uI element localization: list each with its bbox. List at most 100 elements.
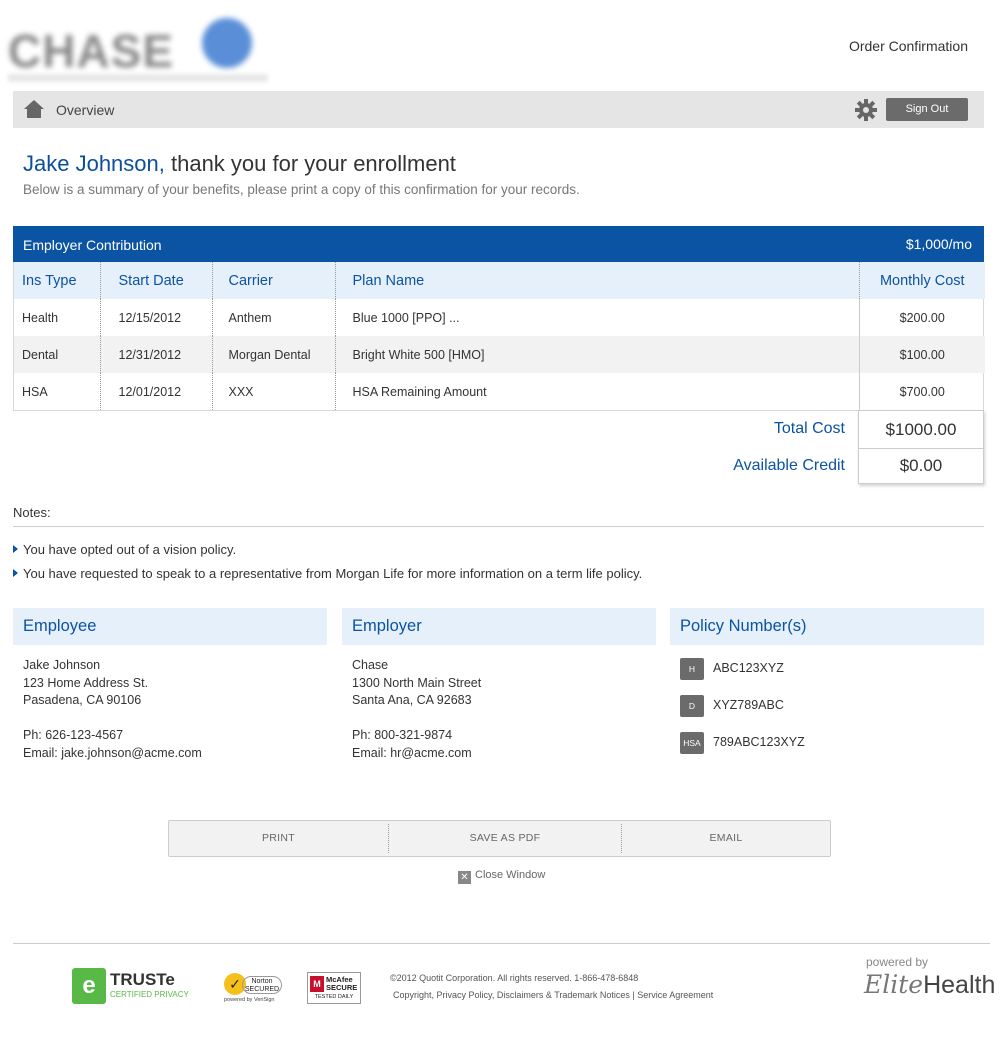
copyright-text: ©2012 Quotit Corporation. All rights res… (390, 973, 639, 983)
truste-name: TRUSTe (110, 970, 175, 989)
cell-ins-type: HSA (14, 373, 101, 410)
note-item: You have opted out of a vision policy. (13, 542, 236, 557)
policy-panel: Policy Number(s) H ABC123XYZ D XYZ789ABC… (670, 608, 984, 769)
total-cost-label: Total Cost (773, 420, 845, 437)
mcafee-seal[interactable]: M McAfee SECURE TESTED DAILY (307, 972, 361, 1004)
nav-bar: Overview Sign Out (13, 91, 984, 128)
note-item: You have requested to speak to a represe… (13, 566, 642, 581)
close-window-link[interactable]: ✕ Close Window (458, 869, 545, 884)
action-bar: PRINT SAVE AS PDF EMAIL (168, 820, 831, 857)
employee-details: Jake Johnson 123 Home Address St. Pasade… (13, 645, 327, 762)
employee-phone: Ph: 626-123-4567 (23, 728, 124, 742)
cell-start-date: 12/31/2012 (100, 336, 213, 373)
cell-monthly-cost: $200.00 (858, 299, 985, 336)
employee-email: Email: jake.johnson@acme.com (23, 745, 202, 760)
note-text: You have requested to speak to a represe… (23, 566, 643, 581)
employer-email: Email: hr@acme.com (352, 745, 472, 760)
truste-seal[interactable]: e TRUSTe CERTIFIED PRIVACY (72, 968, 200, 1004)
bullet-arrow-icon (13, 569, 18, 577)
cell-plan-name: HSA Remaining Amount (352, 384, 487, 399)
elite-health-logo: EliteHealth (864, 970, 995, 1000)
column-header: Monthly Cost (858, 262, 985, 299)
norton-line2: SECURED (244, 986, 280, 993)
norton-seal[interactable]: ✓ Norton SECURED powered by VeriSign (222, 970, 282, 1004)
sign-out-button[interactable]: Sign Out (886, 98, 968, 121)
welcome-message: thank you for your enrollment (164, 151, 456, 176)
policy-item: H ABC123XYZ (670, 658, 984, 695)
nav-overview-link[interactable]: Overview (56, 102, 114, 118)
totals-box: $1000.00 $0.00 (858, 410, 984, 484)
cell-plan-name: Blue 1000 [PPO] ... (352, 310, 460, 325)
home-icon[interactable] (23, 99, 45, 119)
norton-line1: Norton (251, 978, 273, 985)
employer-address-line1: 1300 North Main Street (352, 675, 482, 690)
logo-blurred-wordmark: CHASE (8, 25, 175, 77)
employee-panel: Employee Jake Johnson 123 Home Address S… (13, 608, 327, 762)
employer-phone: Ph: 800-321-9874 (352, 728, 453, 742)
norton-badge: Norton SECURED (242, 976, 282, 994)
contribution-value: $1,000/mo (905, 236, 972, 252)
close-window-label: Close Window (475, 869, 546, 881)
cell-ins-type: Health (14, 299, 101, 336)
page-title: Order Confirmation (848, 38, 968, 54)
user-name: Jake Johnson, (23, 151, 165, 176)
brand-plain: Health (923, 971, 996, 999)
policy-type-badge: HSA (680, 732, 704, 754)
norton-subtitle: powered by VeriSign (224, 997, 275, 1003)
total-cost-value: $1000.00 (885, 420, 957, 439)
column-header: Plan Name (335, 262, 859, 299)
save-as-pdf-button[interactable]: SAVE AS PDF (389, 821, 621, 856)
mcafee-line2: SECURE (326, 983, 358, 992)
employer-heading: Employer (342, 608, 656, 645)
policy-list: H ABC123XYZ D XYZ789ABC HSA 789ABC123XYZ (670, 645, 984, 769)
plans-frame: Ins Type Start Date Carrier Plan Name Mo… (13, 262, 985, 411)
cell-plan-name: Bright White 500 [HMO] (335, 336, 859, 373)
cell-carrier: XXX (212, 373, 336, 410)
policy-number: ABC123XYZ (713, 661, 784, 675)
employee-heading: Employee (13, 608, 327, 645)
column-header: Carrier (212, 262, 336, 299)
employee-address-line2: Pasadena, CA 90106 (23, 693, 142, 707)
note-text: You have opted out of a vision policy. (23, 542, 237, 557)
table-row: HSA 12/01/2012 XXX HSA Remaining Amount … (14, 373, 985, 410)
policy-item: HSA 789ABC123XYZ (670, 732, 984, 769)
employer-contribution-bar: Employer Contribution $1,000/mo (13, 226, 984, 262)
benefits-table: Employer Contribution $1,000/mo Ins Type… (13, 226, 985, 411)
policy-number: 789ABC123XYZ (713, 735, 805, 749)
column-header: Start Date (100, 262, 213, 299)
employee-address-line1: 123 Home Address St. (23, 675, 149, 690)
logo-blurred-mark (202, 18, 252, 68)
chase-logo: CHASE (8, 16, 276, 88)
employee-name: Jake Johnson (23, 658, 101, 672)
employer-address-line2: Santa Ana, CA 92683 (352, 693, 472, 707)
employer-details: Chase 1300 North Main Street Santa Ana, … (342, 645, 656, 762)
print-button[interactable]: PRINT (169, 821, 388, 856)
cell-start-date: 12/15/2012 (100, 299, 213, 336)
cell-carrier: Morgan Dental (212, 336, 336, 373)
welcome-heading: Jake Johnson, thank you for your enrollm… (23, 151, 456, 177)
available-credit-value: $0.00 (899, 456, 943, 475)
cell-ins-type: Dental (14, 336, 101, 373)
totals-divider (859, 448, 983, 449)
mcafee-title: McAfee SECURE (326, 976, 357, 992)
table-header-row: Ins Type Start Date Carrier Plan Name Mo… (14, 262, 985, 299)
plans-table: Ins Type Start Date Carrier Plan Name Mo… (14, 262, 985, 410)
policy-type-badge: H (680, 658, 704, 680)
table-row: Dental 12/31/2012 Morgan Dental Bright W… (14, 336, 985, 373)
gear-icon[interactable] (855, 99, 877, 121)
welcome-subtitle: Below is a summary of your benefits, ple… (23, 182, 580, 197)
footer-divider (13, 943, 990, 944)
truste-logo-icon: e (72, 968, 106, 1004)
email-button[interactable]: EMAIL (622, 821, 830, 856)
available-credit-label: Available Credit (733, 457, 845, 474)
cell-start-date: 12/01/2012 (100, 373, 213, 410)
notes-label: Notes: (13, 505, 51, 520)
legal-notices-link[interactable]: Copyright, Privacy Policy, Disclaimers &… (393, 990, 630, 1000)
column-header: Ins Type (14, 262, 101, 299)
bullet-arrow-icon (13, 545, 18, 553)
mcafee-subtitle: TESTED DAILY (314, 994, 354, 1000)
contribution-label: Employer Contribution (23, 237, 162, 253)
notes-divider (13, 526, 984, 527)
cell-monthly-cost: $100.00 (858, 336, 985, 373)
service-agreement-link[interactable]: Service Agreement (637, 990, 713, 1000)
